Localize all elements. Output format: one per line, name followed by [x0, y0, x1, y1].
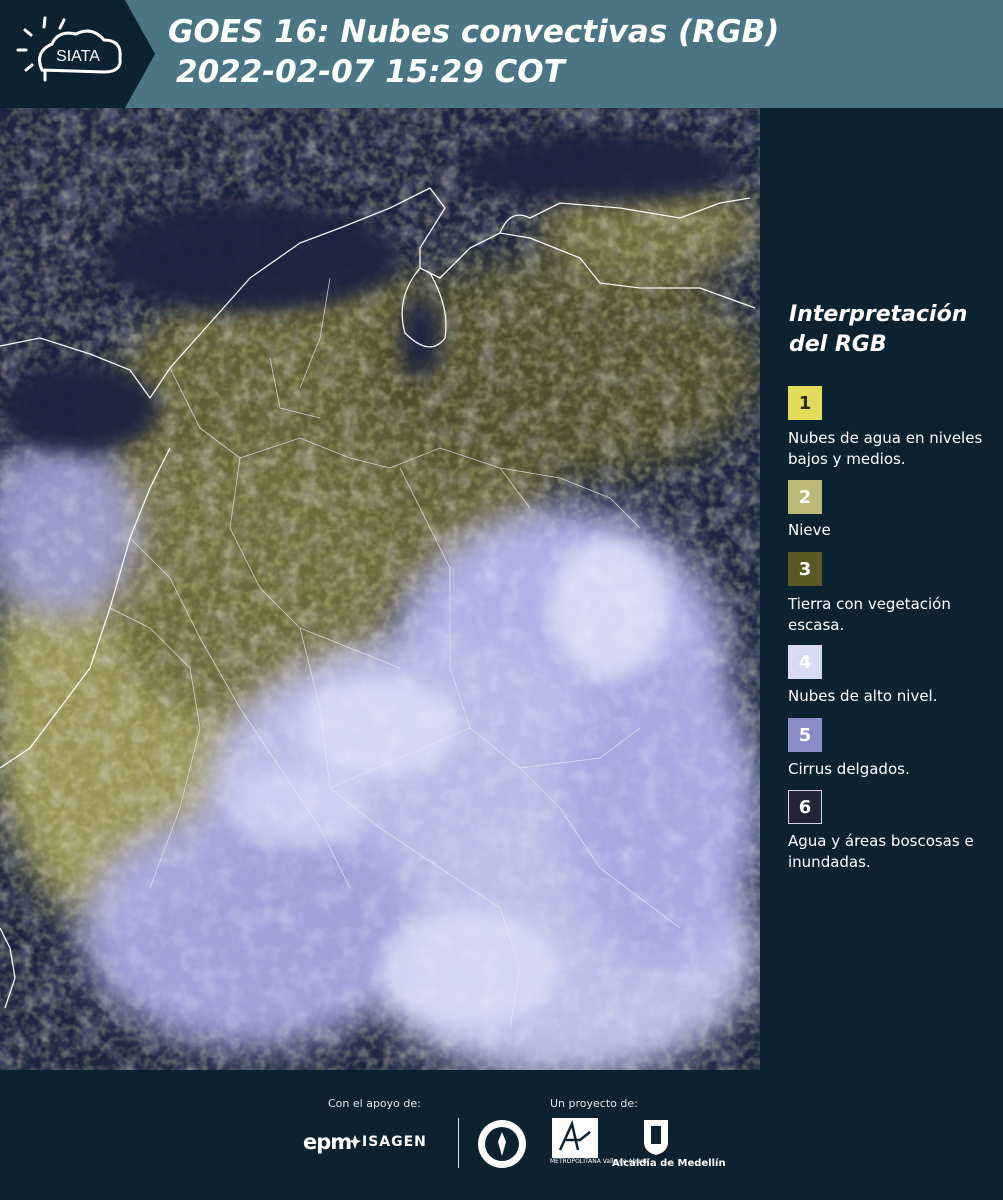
area-metropolitana-logo-icon: [552, 1118, 598, 1158]
siata-logo[interactable]: SIATA: [0, 0, 155, 108]
legend-label-5: Cirrus delgados.: [788, 760, 910, 778]
legend-swatch-1: 1: [788, 386, 822, 420]
legend-label-4: Nubes de alto nivel.: [788, 687, 938, 705]
legend-swatch-3: 3: [788, 552, 822, 586]
legend-label-2: Nieve: [788, 521, 831, 539]
legend-swatch-2: 2: [788, 480, 822, 514]
alcaldia-label: Alcaldía de Medellín: [612, 1158, 726, 1169]
epm-logo: epm: [303, 1130, 352, 1154]
support-label: Con el apoyo de:: [328, 1097, 421, 1110]
satellite-rgb-map: [0, 108, 760, 1070]
siata-logo-shape: SIATA: [0, 0, 155, 108]
footer-divider: [458, 1118, 459, 1168]
legend-label-1: Nubes de agua en niveles bajos y medios.: [788, 429, 983, 468]
legend-label-6: Agua y áreas boscosas e inundadas.: [788, 832, 974, 871]
logo-text: SIATA: [56, 48, 100, 65]
legend-label-3: Tierra con vegetación escasa.: [788, 595, 951, 634]
isagen-logo: ISAGEN: [362, 1134, 427, 1150]
legend-swatch-4: 4: [788, 645, 822, 679]
alcaldia-shield-icon: [644, 1120, 668, 1155]
legend-swatch-5: 5: [788, 718, 822, 752]
isagen-mark-icon: [349, 1135, 361, 1149]
legend-swatch-6: 6: [788, 790, 822, 824]
legend-title: Interpretación del RGB: [789, 302, 968, 357]
metro-label: METROPOLITANA Valle de Aburrá: [550, 1158, 649, 1165]
project-label: Un proyecto de:: [550, 1097, 638, 1110]
header: SIATA GOES 16: Nubes convectivas (RGB) 2…: [0, 0, 1003, 108]
medellin-seal-icon: [478, 1120, 526, 1168]
footer: Con el apoyo de: Un proyecto de: epm ISA…: [0, 1070, 1003, 1200]
page-title: GOES 16: Nubes convectivas (RGB): [168, 14, 780, 50]
page-timestamp: 2022-02-07 15:29 COT: [176, 54, 565, 90]
satellite-image: [0, 108, 760, 1070]
